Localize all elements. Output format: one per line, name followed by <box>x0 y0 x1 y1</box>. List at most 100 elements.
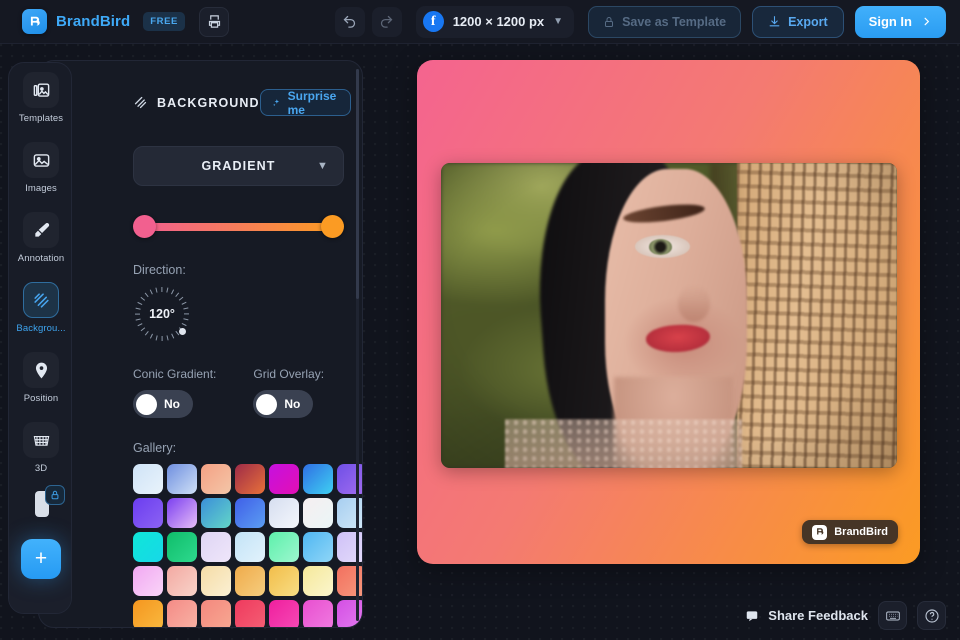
add-element-button[interactable]: + <box>21 539 61 579</box>
sidebar-item-templates[interactable]: Templates <box>9 63 71 133</box>
gallery-swatch[interactable] <box>303 566 333 596</box>
gallery-swatch[interactable] <box>167 498 197 528</box>
gallery-swatch[interactable] <box>201 532 231 562</box>
sparkles-icon <box>272 98 279 106</box>
surprise-me-label: Surprise me <box>287 88 337 117</box>
conic-gradient-group: Conic Gradient: No <box>133 367 216 418</box>
background-hatch-icon <box>134 96 147 109</box>
keyboard-icon <box>885 611 900 620</box>
watermark-label: BrandBird <box>834 526 888 538</box>
image-icon <box>23 142 59 178</box>
marker-pen-icon <box>23 212 59 248</box>
gallery-label: Gallery: <box>133 441 177 455</box>
surprise-me-button[interactable]: Surprise me <box>259 88 352 117</box>
sidebar-item-position[interactable]: Position <box>9 343 71 413</box>
gallery-swatch[interactable] <box>303 498 333 528</box>
gallery-swatch[interactable] <box>235 566 265 596</box>
download-icon <box>769 16 780 27</box>
grid-overlay-toggle[interactable]: No <box>253 390 314 418</box>
plus-icon: + <box>34 547 48 570</box>
gallery-swatch[interactable] <box>133 498 163 528</box>
gallery-swatch[interactable] <box>337 498 362 528</box>
sidebar-item-label: Backgrou... <box>16 323 66 334</box>
brand-name: BrandBird <box>56 13 131 30</box>
gallery-swatch[interactable] <box>133 566 163 596</box>
gallery-swatch[interactable] <box>303 464 333 494</box>
gallery-swatch[interactable] <box>167 600 197 627</box>
brand[interactable]: BrandBird FREE <box>22 9 185 34</box>
sidebar-item-background[interactable]: Backgrou... <box>9 273 71 343</box>
gallery-swatch[interactable] <box>337 464 362 494</box>
redo-button[interactable] <box>371 6 402 37</box>
left-rail: Templates Images Annotation Backgrou... <box>8 62 72 614</box>
gradient-stops-slider[interactable] <box>133 215 344 239</box>
conic-gradient-toggle[interactable]: No <box>133 390 193 418</box>
portrait-photo[interactable] <box>441 163 897 468</box>
background-hatch-icon <box>23 282 59 318</box>
gallery-swatch[interactable] <box>201 600 231 627</box>
gallery-swatch[interactable] <box>201 464 231 494</box>
gallery-swatch[interactable] <box>235 532 265 562</box>
background-type-value: GRADIENT <box>201 159 276 173</box>
sidebar-item-annotation[interactable]: Annotation <box>9 203 71 273</box>
top-toolbar: BrandBird FREE f 1200 × 1200 px ▼ Save a… <box>0 0 960 44</box>
grid-overlay-label: Grid Overlay: <box>253 367 325 381</box>
chevron-down-icon: ▼ <box>553 16 564 27</box>
gallery-swatch[interactable] <box>337 532 362 562</box>
lock-icon <box>45 485 65 505</box>
gallery-swatch[interactable] <box>201 566 231 596</box>
undo-redo-group <box>334 6 402 37</box>
page-title: BACKGROUND <box>157 95 260 110</box>
gallery-swatch[interactable] <box>269 464 299 494</box>
gradient-start-handle[interactable] <box>133 215 156 238</box>
sign-in-label: Sign In <box>868 14 912 29</box>
gallery-swatch[interactable] <box>269 566 299 596</box>
sidebar-item-label: Images <box>25 183 57 194</box>
background-type-select[interactable]: GRADIENT ▼ <box>133 146 344 186</box>
gradient-end-handle[interactable] <box>321 215 344 238</box>
gallery-swatch[interactable] <box>133 464 163 494</box>
gallery-swatch[interactable] <box>235 600 265 627</box>
canvas-size-selector[interactable]: f 1200 × 1200 px ▼ <box>415 5 575 38</box>
direction-dial[interactable]: 120° <box>133 285 191 343</box>
gallery-swatch[interactable] <box>201 498 231 528</box>
sidebar-item-label: Annotation <box>17 253 65 264</box>
gallery-swatch[interactable] <box>133 600 163 627</box>
toggle-knob <box>256 393 278 415</box>
sidebar-item-3d[interactable]: 3D <box>9 413 71 483</box>
gallery-swatch[interactable] <box>269 498 299 528</box>
undo-button[interactable] <box>334 6 365 37</box>
panel-scrollbar[interactable] <box>356 69 359 621</box>
photo-vignette <box>441 163 897 468</box>
sidebar-item-images[interactable]: Images <box>9 133 71 203</box>
design-canvas[interactable]: BrandBird <box>417 60 920 564</box>
footer-bar: Share Feedback <box>745 601 946 630</box>
share-feedback-button[interactable]: Share Feedback <box>745 608 868 623</box>
export-button[interactable]: Export <box>752 5 844 38</box>
gallery-swatch[interactable] <box>235 464 265 494</box>
dial-knob-handle[interactable] <box>179 328 186 335</box>
gallery-swatch[interactable] <box>167 532 197 562</box>
location-pin-icon <box>23 352 59 388</box>
add-button-area: + <box>9 521 71 613</box>
gallery-swatch[interactable] <box>337 600 362 627</box>
gallery-swatch[interactable] <box>269 600 299 627</box>
help-button[interactable] <box>917 601 946 630</box>
gallery-swatch[interactable] <box>337 566 362 596</box>
gallery-swatch[interactable] <box>167 464 197 494</box>
export-label: Export <box>788 14 828 29</box>
gallery-swatch[interactable] <box>167 566 197 596</box>
gallery-swatch[interactable] <box>269 532 299 562</box>
gallery-swatch[interactable] <box>133 532 163 562</box>
save-as-template-button[interactable]: Save as Template <box>588 5 742 38</box>
chevron-right-icon <box>924 17 930 26</box>
gallery-swatch[interactable] <box>303 600 333 627</box>
toggle-knob <box>136 393 157 415</box>
printer-icon-button[interactable] <box>199 6 229 37</box>
conic-gradient-value: No <box>164 397 180 411</box>
gallery-swatch[interactable] <box>235 498 265 528</box>
sign-in-button[interactable]: Sign In <box>854 5 946 38</box>
gallery-swatch[interactable] <box>303 532 333 562</box>
brandbird-watermark[interactable]: BrandBird <box>802 520 898 544</box>
keyboard-shortcuts-button[interactable] <box>878 601 907 630</box>
